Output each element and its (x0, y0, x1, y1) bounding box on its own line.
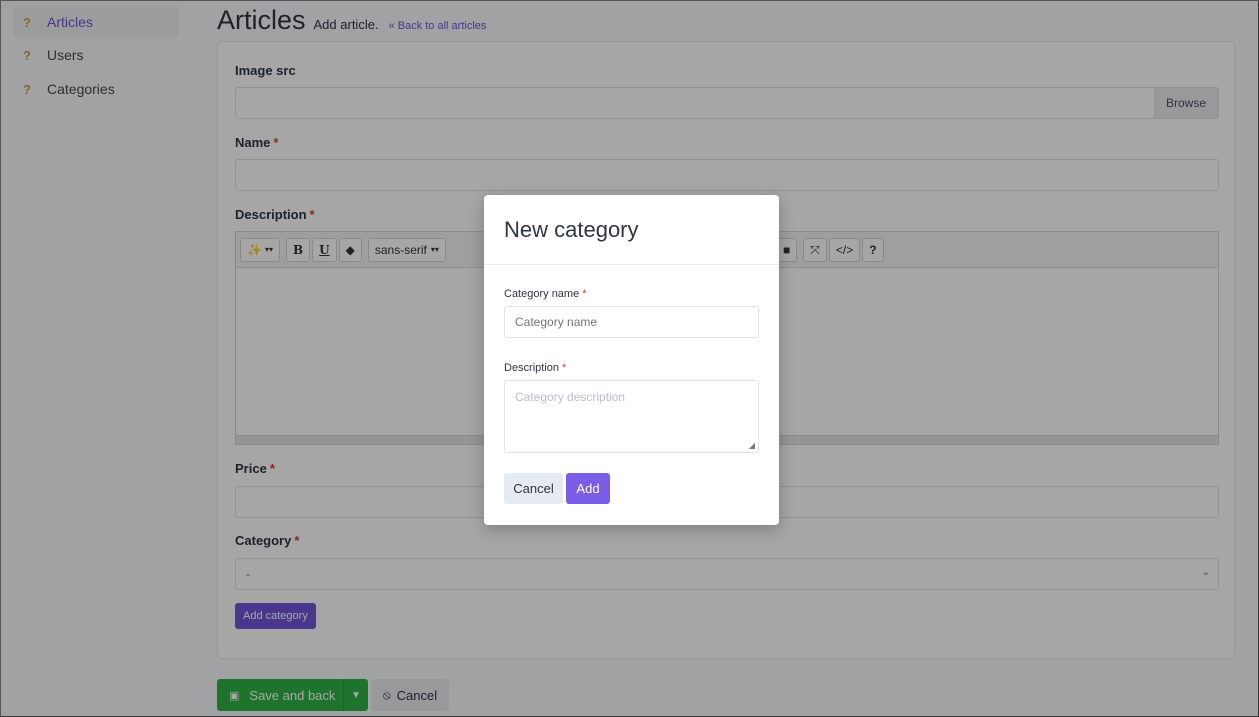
resize-handle-icon[interactable]: ◢ (749, 441, 755, 450)
app-root: ? Articles ? Users ? Categories Articles… (1, 1, 1259, 717)
category-description-label: Description * (504, 362, 567, 374)
modal-cancel-button[interactable]: Cancel (504, 473, 563, 504)
modal-add-button[interactable]: Add (566, 473, 610, 504)
category-name-label: Category name * (504, 288, 587, 300)
required-marker: * (582, 288, 587, 300)
modal-header: New category (484, 195, 779, 265)
category-name-input[interactable] (504, 306, 759, 338)
required-marker: * (562, 362, 567, 374)
modal-title: New category (504, 216, 639, 242)
category-description-textarea[interactable]: Category description ◢ (504, 380, 759, 453)
new-category-modal: New category Category name* Description*… (484, 195, 779, 525)
description-placeholder: Category description (515, 390, 626, 404)
